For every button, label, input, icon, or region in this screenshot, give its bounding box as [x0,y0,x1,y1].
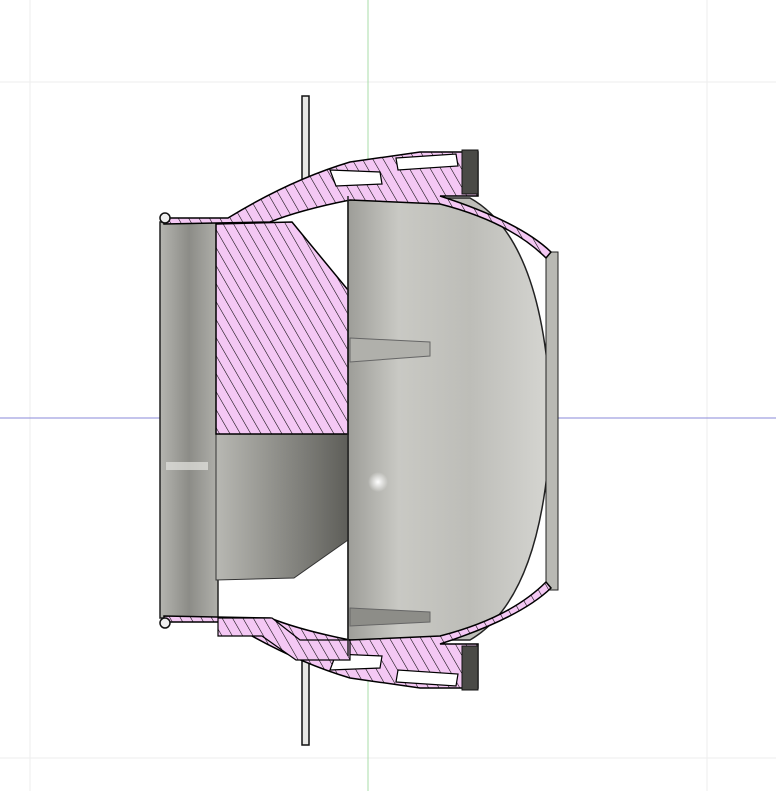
dome-body [347,197,552,641]
specular-highlight [368,472,388,492]
upper-rim-block [461,149,479,195]
left-tube-highlight [166,462,208,470]
lower-lip-bead [159,617,171,629]
inner-funnel-lower [215,433,349,581]
cad-viewport[interactable] [0,0,776,791]
section-model[interactable] [159,95,559,746]
lower-rim-block [461,645,479,691]
right-end-cap [545,251,559,591]
section-cone-wedge [215,221,349,435]
upper-lip-bead [159,212,171,224]
left-tube [159,221,219,619]
